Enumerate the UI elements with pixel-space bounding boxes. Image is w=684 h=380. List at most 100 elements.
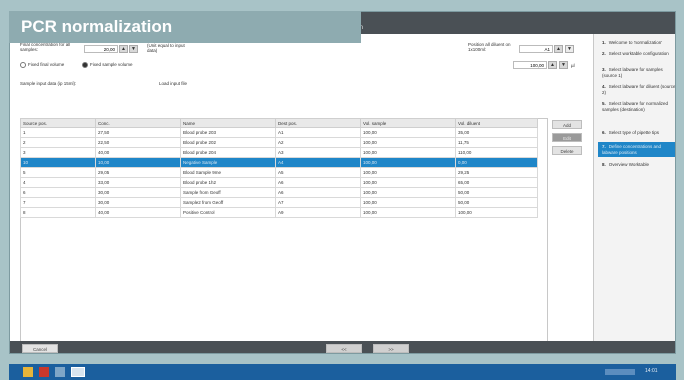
table-row[interactable]: 2 22,50 Blood probe 202 A2 100,00 11,75 xyxy=(20,137,538,148)
file-explorer-icon[interactable] xyxy=(23,367,33,377)
fixed-sample-volume-option[interactable]: Fixed sample volume xyxy=(82,62,133,68)
cell-vol-sample[interactable]: 100,00 xyxy=(360,127,456,138)
wizard-step-6[interactable]: 6. Select type of pipette tips xyxy=(602,130,675,136)
cell-dest-pos[interactable]: A3 xyxy=(275,147,361,158)
cell-name[interactable]: Blood Sample 9me xyxy=(180,167,276,178)
cell-source-pos[interactable]: 5 xyxy=(20,167,96,178)
table-row[interactable]: 1 27,50 Blood probe 203 A1 100,00 35,00 xyxy=(20,127,538,138)
cell-vol-sample[interactable]: 100,00 xyxy=(360,147,456,158)
cell-source-pos[interactable]: 2 xyxy=(20,137,96,148)
tool-icon[interactable] xyxy=(55,367,65,377)
delete-button[interactable]: Delete xyxy=(552,146,582,155)
position-increase-button[interactable]: ▲ xyxy=(554,45,563,53)
cell-dest-pos[interactable]: A2 xyxy=(275,137,361,148)
cell-source-pos[interactable]: 10 xyxy=(20,157,96,168)
sample-volume-input[interactable]: 100,00 xyxy=(513,61,547,69)
volume-increase-button[interactable]: ▲ xyxy=(548,61,557,69)
cell-conc[interactable]: 10,00 xyxy=(95,157,181,168)
cell-source-pos[interactable]: 3 xyxy=(20,147,96,158)
table-row[interactable]: 3 40,00 Blood probe 204 A3 100,00 110,00 xyxy=(20,147,538,158)
table-row[interactable]: 10 10,00 Negative Sample A4 100,00 0,00 xyxy=(20,157,538,168)
cell-name[interactable]: Negative Sample xyxy=(180,157,276,168)
cell-vol-diluent[interactable]: 35,00 xyxy=(455,127,538,138)
cell-source-pos[interactable]: 1 xyxy=(20,127,96,138)
tray-icons[interactable] xyxy=(605,369,635,375)
cell-dest-pos[interactable]: A5 xyxy=(275,167,361,178)
cell-vol-diluent[interactable]: 50,00 xyxy=(455,187,538,198)
radio-fixed-sample[interactable] xyxy=(82,62,88,68)
edit-button[interactable]: Edit xyxy=(552,133,582,142)
volume-decrease-button[interactable]: ▼ xyxy=(559,61,568,69)
cell-name[interactable]: Blood probe 1h2 xyxy=(180,177,276,188)
add-button[interactable]: Add xyxy=(552,120,582,129)
cell-source-pos[interactable]: 8 xyxy=(20,207,96,218)
cell-conc[interactable]: 33,00 xyxy=(95,177,181,188)
cell-name[interactable]: Sample2 from Geoff xyxy=(180,197,276,208)
cell-vol-sample[interactable]: 100,00 xyxy=(360,207,456,218)
cell-dest-pos[interactable]: A6 xyxy=(275,177,361,188)
cell-conc[interactable]: 27,50 xyxy=(95,127,181,138)
cell-vol-sample[interactable]: 100,00 xyxy=(360,137,456,148)
header-conc[interactable]: Conc. xyxy=(95,118,181,128)
cell-source-pos[interactable]: 4 xyxy=(20,177,96,188)
header-name[interactable]: Name xyxy=(180,118,276,128)
cancel-button[interactable]: Cancel xyxy=(22,344,58,353)
cell-conc[interactable]: 40,00 xyxy=(95,147,181,158)
cell-name[interactable]: Positive Control xyxy=(180,207,276,218)
table-row[interactable]: 6 30,00 Sample from Geoff A6 100,00 50,00 xyxy=(20,187,538,198)
increase-concentration-button[interactable]: ▲ xyxy=(119,45,128,53)
cell-vol-sample[interactable]: 100,00 xyxy=(360,187,456,198)
window-icon[interactable] xyxy=(71,367,85,377)
cell-conc[interactable]: 30,00 xyxy=(95,197,181,208)
final-concentration-input[interactable]: 20,00 xyxy=(84,45,118,53)
cell-dest-pos[interactable]: A1 xyxy=(275,127,361,138)
cell-vol-diluent[interactable]: 100,00 xyxy=(455,207,538,218)
wizard-step-7[interactable]: 7. Define concentrations and labware posi… xyxy=(598,142,675,157)
app-icon[interactable] xyxy=(39,367,49,377)
cell-source-pos[interactable]: 7 xyxy=(20,197,96,208)
radio-fixed-final[interactable] xyxy=(20,62,26,68)
cell-dest-pos[interactable]: A9 xyxy=(275,207,361,218)
cell-vol-diluent[interactable]: 65,00 xyxy=(455,177,538,188)
cell-source-pos[interactable]: 6 xyxy=(20,187,96,198)
table-row[interactable]: 8 40,00 Positive Control A9 100,00 100,00 xyxy=(20,207,538,218)
header-vol-diluent[interactable]: Vol. diluent xyxy=(455,118,538,128)
table-row[interactable]: 4 33,00 Blood probe 1h2 A6 100,00 65,00 xyxy=(20,177,538,188)
wizard-step-1[interactable]: 1. Welcome to 'normalization' xyxy=(602,40,675,46)
cell-conc[interactable]: 29,05 xyxy=(95,167,181,178)
fixed-final-volume-option[interactable]: Fixed final volume xyxy=(20,62,64,68)
wizard-step-4[interactable]: 4. Select labware for diluent (source 2) xyxy=(602,84,675,95)
cell-vol-sample[interactable]: 100,00 xyxy=(360,177,456,188)
cell-vol-diluent[interactable]: 11,75 xyxy=(455,137,538,148)
cell-vol-diluent[interactable]: 50,00 xyxy=(455,197,538,208)
wizard-step-8[interactable]: 8. Overview Worktable xyxy=(602,162,675,168)
header-dest-pos[interactable]: Dest pos. xyxy=(275,118,361,128)
cell-vol-sample[interactable]: 100,00 xyxy=(360,157,456,168)
cell-conc[interactable]: 22,50 xyxy=(95,137,181,148)
cell-dest-pos[interactable]: A4 xyxy=(275,157,361,168)
cell-conc[interactable]: 30,00 xyxy=(95,187,181,198)
wizard-step-2[interactable]: 2. Select worktable configuration xyxy=(602,51,675,57)
back-button[interactable]: << xyxy=(326,344,362,353)
cell-vol-sample[interactable]: 100,00 xyxy=(360,197,456,208)
cell-dest-pos[interactable]: A7 xyxy=(275,197,361,208)
cell-name[interactable]: Blood probe 202 xyxy=(180,137,276,148)
header-vol-sample[interactable]: Vol. sample xyxy=(360,118,456,128)
cell-conc[interactable]: 40,00 xyxy=(95,207,181,218)
cell-vol-diluent[interactable]: 29,25 xyxy=(455,167,538,178)
header-source-pos[interactable]: Source pos. xyxy=(20,118,96,128)
table-row[interactable]: 7 30,00 Sample2 from Geoff A7 100,00 50,00 xyxy=(20,197,538,208)
wizard-step-3[interactable]: 3. Select labware for samples (source 1) xyxy=(602,67,675,78)
next-button[interactable]: >> xyxy=(373,344,409,353)
cell-name[interactable]: Blood probe 204 xyxy=(180,147,276,158)
table-row[interactable]: 5 29,05 Blood Sample 9me A5 100,00 29,25 xyxy=(20,167,538,178)
cell-vol-diluent[interactable]: 110,00 xyxy=(455,147,538,158)
load-input-file-link[interactable]: Load input file xyxy=(159,81,187,86)
position-diluent-input[interactable]: A1 xyxy=(519,45,553,53)
cell-vol-diluent[interactable]: 0,00 xyxy=(455,157,538,168)
cell-vol-sample[interactable]: 100,00 xyxy=(360,167,456,178)
cell-name[interactable]: Blood probe 203 xyxy=(180,127,276,138)
position-decrease-button[interactable]: ▼ xyxy=(565,45,574,53)
wizard-step-5[interactable]: 5. Select labware for normalized samples … xyxy=(602,101,675,112)
cell-dest-pos[interactable]: A6 xyxy=(275,187,361,198)
